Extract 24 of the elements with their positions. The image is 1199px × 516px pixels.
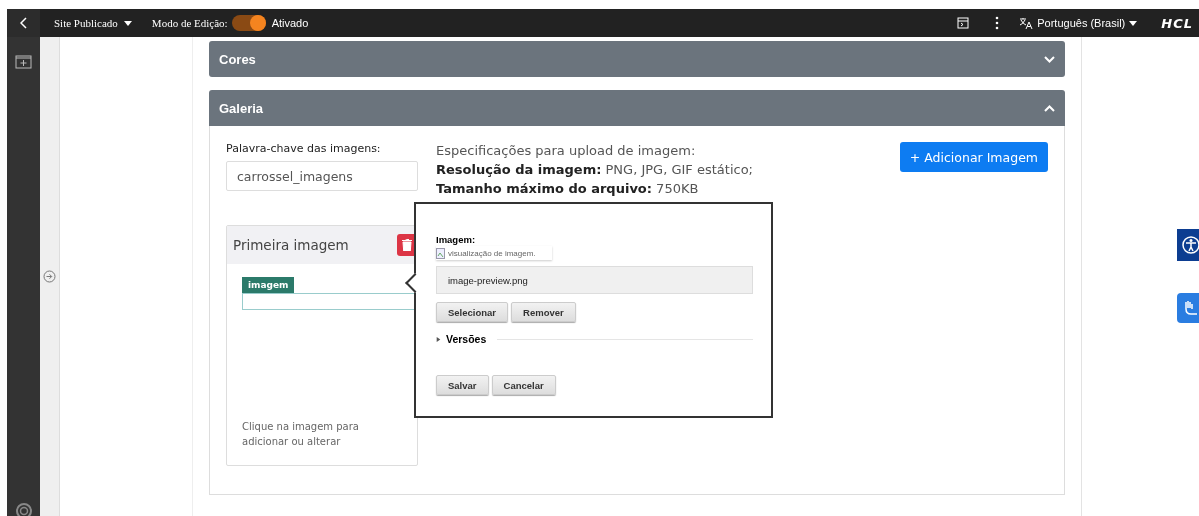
field-label: Palavra-chave das imagens:	[226, 142, 382, 155]
add-image-button[interactable]: + Adicionar Imagem	[899, 142, 1048, 172]
card-title: Primeira imagem	[233, 237, 349, 253]
section-header[interactable]: Galeria	[209, 90, 1065, 126]
keyword-field[interactable]: carrossel_imagens	[226, 161, 418, 191]
hint-text: Clique na imagem para adicionar ou alterar	[242, 420, 360, 449]
image-alt-text: visualização de imagem.	[448, 248, 536, 258]
image-label: Imagem:	[436, 234, 477, 245]
versions-toggle[interactable]: Versões	[436, 333, 753, 345]
image-tag: imagem	[242, 277, 295, 293]
language-menu[interactable]: Português (Brasil)	[1019, 16, 1138, 30]
edit-mode-state: Ativado	[271, 17, 309, 29]
section-header[interactable]: Cores	[209, 41, 1065, 77]
spec-line: Tamanho máximo do arquivo: 750KB	[436, 179, 700, 198]
dialog-button[interactable]: Cancelar	[491, 375, 556, 395]
edit-mode-label: Modo de Edição:	[151, 17, 228, 29]
file-name-field: image-preview.png	[436, 266, 753, 294]
logo: HCL	[1161, 15, 1193, 31]
dialog-button[interactable]: Salvar	[436, 375, 489, 395]
spec-line: Resolução da imagem: PNG, JPG, GIF estático;	[436, 160, 754, 179]
file-button[interactable]: Selecionar	[436, 302, 509, 322]
specs-title: Especificações para upload de imagem:	[436, 142, 697, 160]
site-status-menu[interactable]: Site Publicado	[54, 17, 132, 29]
file-button[interactable]: Remover	[511, 302, 576, 322]
